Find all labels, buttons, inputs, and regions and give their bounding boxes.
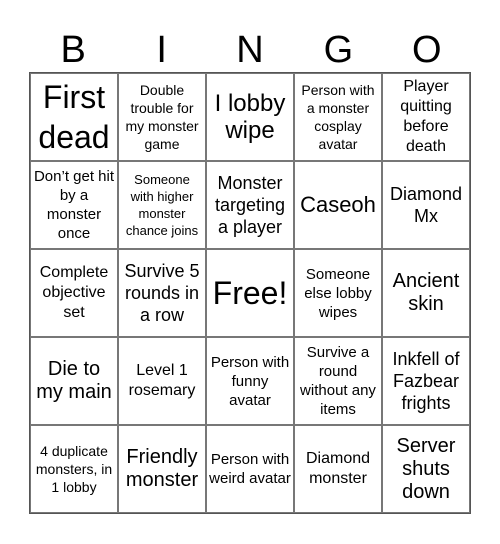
bingo-cell[interactable]: Person with funny avatar: [206, 337, 294, 425]
bingo-cell[interactable]: Double trouble for my monster game: [118, 73, 206, 161]
bingo-cell[interactable]: Don’t get hit by a monster once: [30, 161, 118, 249]
cell-text: Person with a monster cosplay avatar: [301, 82, 375, 152]
cell-text: Level 1 rosemary: [128, 362, 196, 399]
bingo-cell[interactable]: Person with a monster cosplay avatar: [294, 73, 382, 161]
cell-text: Friendly monster: [125, 446, 199, 491]
header-letter-g: G: [323, 29, 354, 71]
bingo-header: B I N G O: [29, 28, 471, 72]
bingo-grid: First dead Double trouble for my monster…: [29, 72, 471, 514]
cell-text: Caseoh: [300, 192, 376, 217]
bingo-cell[interactable]: Die to my main: [30, 337, 118, 425]
bingo-cell[interactable]: Complete objective set: [30, 249, 118, 337]
cell-text: 4 duplicate monsters, in 1 lobby: [35, 443, 113, 495]
bingo-cell[interactable]: Level 1 rosemary: [118, 337, 206, 425]
header-letter-i: I: [156, 29, 167, 71]
bingo-cell[interactable]: Ancient skin: [382, 249, 470, 337]
cell-text: Monster targeting a player: [214, 173, 286, 237]
cell-text: First dead: [38, 79, 110, 155]
cell-text: I lobby wipe: [214, 90, 286, 144]
header-letter-b: B: [60, 29, 86, 71]
bingo-cell[interactable]: Monster targeting a player: [206, 161, 294, 249]
header-letter-n: N: [236, 29, 264, 71]
free-space-cell[interactable]: Free!: [206, 249, 294, 337]
cell-text: Person with funny avatar: [210, 353, 290, 409]
cell-text: Double trouble for my monster game: [125, 82, 199, 152]
cell-text: Diamond monster: [305, 450, 371, 487]
cell-text: Server shuts down: [396, 434, 456, 503]
bingo-cell[interactable]: I lobby wipe: [206, 73, 294, 161]
cell-text: Someone else lobby wipes: [304, 265, 372, 321]
cell-text: Don’t get hit by a monster once: [33, 168, 115, 242]
bingo-cell[interactable]: Inkfell of Fazbear frights: [382, 337, 470, 425]
free-space-text: Free!: [212, 275, 288, 311]
cell-text: Player quitting before death: [400, 78, 452, 155]
cell-text: Person with weird avatar: [209, 451, 291, 487]
cell-text: Inkfell of Fazbear frights: [392, 349, 460, 413]
bingo-cell[interactable]: Survive a round without any items: [294, 337, 382, 425]
cell-text: Someone with higher monster chance joins: [125, 172, 199, 238]
bingo-cell[interactable]: Someone else lobby wipes: [294, 249, 382, 337]
bingo-cell[interactable]: First dead: [30, 73, 118, 161]
bingo-cell[interactable]: 4 duplicate monsters, in 1 lobby: [30, 425, 118, 513]
bingo-cell[interactable]: Player quitting before death: [382, 73, 470, 161]
cell-text: Die to my main: [36, 358, 112, 403]
bingo-cell[interactable]: Diamond monster: [294, 425, 382, 513]
cell-text: Survive a round without any items: [300, 344, 376, 418]
bingo-cell[interactable]: Friendly monster: [118, 425, 206, 513]
bingo-cell[interactable]: Caseoh: [294, 161, 382, 249]
cell-text: Ancient skin: [392, 270, 460, 315]
bingo-cell[interactable]: Person with weird avatar: [206, 425, 294, 513]
bingo-cell[interactable]: Server shuts down: [382, 425, 470, 513]
cell-text: Complete objective set: [39, 264, 109, 321]
header-letter-o: O: [412, 29, 442, 71]
bingo-cell[interactable]: Diamond Mx: [382, 161, 470, 249]
cell-text: Diamond Mx: [389, 184, 463, 226]
bingo-cell[interactable]: Someone with higher monster chance joins: [118, 161, 206, 249]
bingo-cell[interactable]: Survive 5 rounds in a row: [118, 249, 206, 337]
cell-text: Survive 5 rounds in a row: [124, 261, 200, 325]
